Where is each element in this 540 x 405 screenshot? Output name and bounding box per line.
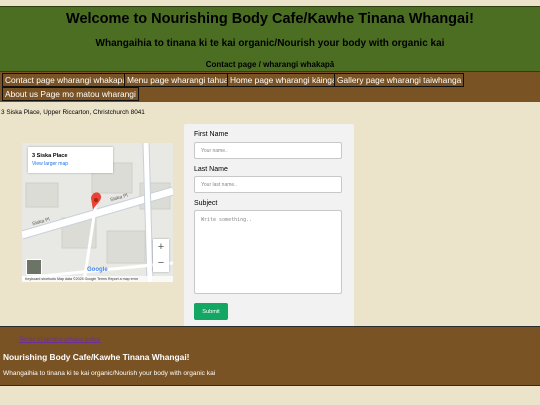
main-nav: Contact page wharangi whakapā Menu page … [0,72,540,102]
embedded-map[interactable]: Siska Pl Siska Pl 3 Siska Place View lar… [22,143,173,282]
site-header: Welcome to Nourishing Body Cafe/Kawhe Ti… [0,6,540,72]
first-name-field[interactable] [194,142,342,159]
map-zoom-controls: + − [153,239,169,272]
submit-button[interactable]: Submit [194,303,228,320]
breadcrumb: Contact page / wharangi whakapā [205,60,335,69]
nav-item-contact[interactable]: Contact page wharangi whakapā [2,73,130,87]
page-subtitle: Whangaihia to tinana ki te kai organic/N… [95,38,445,49]
google-logo: Google [87,267,108,273]
nav-item-menu[interactable]: Menu page wharangi tahua [124,73,232,87]
terms-of-service-link[interactable]: Terms of service [19,337,63,343]
nav-item-about[interactable]: About us Page mo matou wharangi [2,87,139,101]
first-name-label: First Name [194,131,229,138]
privacy-policy-link[interactable]: privacy policy [64,337,100,343]
page-title: Welcome to Nourishing Body Cafe/Kawhe Ti… [66,11,474,27]
map-place-card: 3 Siska Place View larger map [28,147,113,173]
footer-title: Nourishing Body Cafe/Kawhe Tinana Whanga… [3,352,190,362]
subject-textarea[interactable] [194,210,342,294]
zoom-in-button[interactable]: + [153,240,169,254]
footer-tagline: Whangaihia to tinana ki te kai organic/N… [3,370,216,377]
site-footer: Terms of service privacy policy Nourishi… [0,326,540,386]
map-attribution: Keyboard shortcuts Map data ©2025 Google… [22,276,173,282]
footer-links: Terms of service privacy policy [19,337,100,343]
nav-item-home[interactable]: Home page wharangi kāinga [227,73,340,87]
last-name-label: Last Name [194,166,228,173]
view-larger-map-link[interactable]: View larger map [32,161,68,167]
zoom-out-button[interactable]: − [153,256,169,270]
cafe-address: 3 Siska Place, Upper Riccarton, Christch… [1,109,145,116]
contact-form: First Name Last Name Subject Submit [184,124,354,327]
subject-label: Subject [194,200,218,207]
last-name-field[interactable] [194,176,342,193]
satellite-toggle[interactable] [26,259,42,275]
map-place-name: 3 Siska Place [32,153,68,159]
nav-item-gallery[interactable]: Gallery page wharangi taiwhanga [334,73,465,87]
